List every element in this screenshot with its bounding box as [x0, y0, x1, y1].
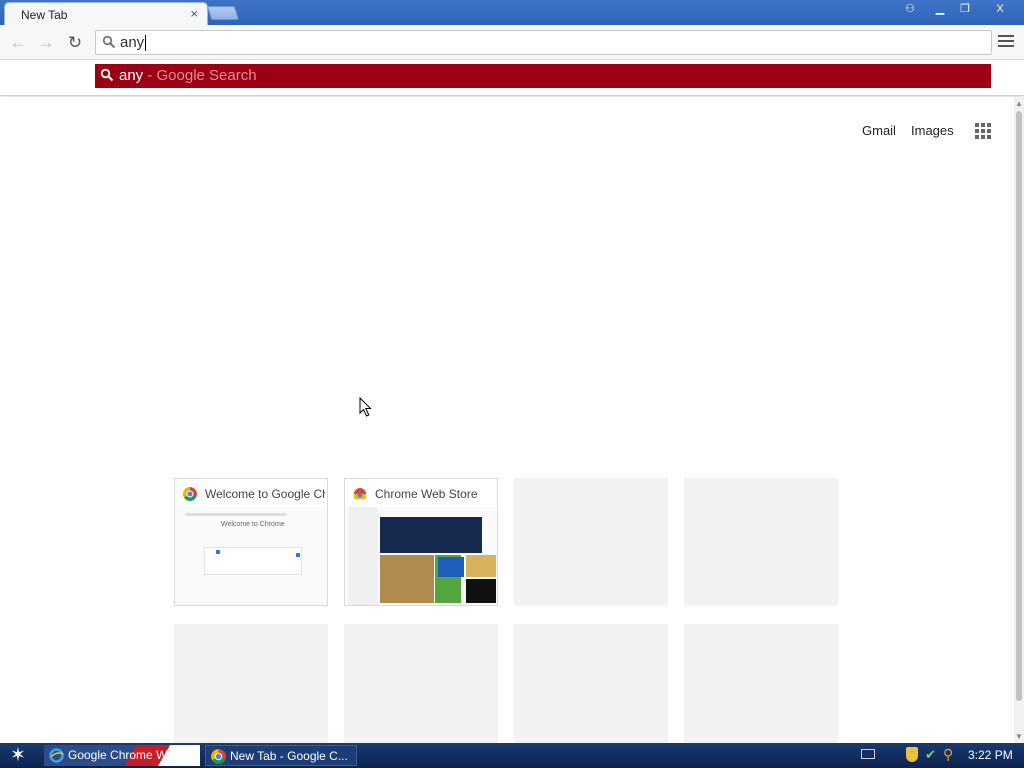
suggestion-text: any - Google Search: [119, 67, 257, 84]
title-bar: New Tab × ⚇ ▁ ❐ X: [0, 0, 1024, 26]
tile-thumbnail: Welcome to Chrome: [176, 507, 327, 605]
omnibox[interactable]: any: [95, 30, 992, 55]
chrome-logo-icon: [211, 749, 226, 764]
tab-new-tab[interactable]: New Tab ×: [4, 2, 208, 26]
system-clock[interactable]: 3:22 PM: [968, 748, 1013, 762]
chrome-logo-icon: [183, 487, 197, 501]
most-visited-tile-web-store[interactable]: Chrome Web Store: [344, 478, 498, 606]
tile-thumbnail: [346, 507, 497, 605]
search-icon: [100, 68, 114, 82]
omnibox-input[interactable]: any: [120, 35, 147, 51]
thumbnail-title: Welcome to Chrome: [221, 521, 285, 528]
internet-explorer-icon: [49, 748, 64, 763]
tab-title: New Tab: [21, 8, 68, 22]
mouse-pointer-icon: [359, 397, 372, 417]
page-scrollbar[interactable]: ▲ ▼: [1014, 97, 1024, 743]
taskbar: ✶ Google Chrome Web... New Tab - Google …: [0, 743, 1024, 768]
tile-title: Welcome to Google Chrome: [205, 487, 325, 501]
scroll-down-arrow-icon[interactable]: ▼: [1015, 732, 1023, 741]
empty-tile: [514, 478, 668, 606]
gmail-link[interactable]: Gmail: [862, 123, 896, 138]
taskbar-item-new-tab[interactable]: New Tab - Google C...: [205, 745, 357, 766]
search-icon: [102, 35, 116, 49]
back-button[interactable]: ←: [8, 33, 28, 53]
tile-title: Chrome Web Store: [375, 487, 478, 501]
suggestion-google-search[interactable]: any - Google Search: [95, 64, 991, 88]
omnibox-dropdown: any - Google Search: [0, 60, 1024, 96]
scroll-thumb[interactable]: [1016, 111, 1022, 701]
suggestion-suffix: - Google Search: [143, 67, 257, 84]
empty-tile: [344, 624, 498, 752]
new-tab-button[interactable]: [206, 6, 240, 20]
taskbar-item-chrome-help[interactable]: Google Chrome Web...: [44, 745, 200, 766]
reload-button[interactable]: ↻: [65, 33, 85, 53]
empty-tile: [684, 624, 838, 752]
forward-button[interactable]: →: [36, 33, 56, 53]
browser-toolbar: ← → ↻ any: [0, 25, 1024, 60]
taskbar-item-label: New Tab - Google C...: [230, 749, 348, 763]
network-icon[interactable]: ✔: [925, 747, 939, 762]
minimize-button[interactable]: ▁: [928, 1, 952, 17]
empty-tile: [514, 624, 668, 752]
hamburger-menu-icon[interactable]: [998, 35, 1014, 49]
most-visited-tile-welcome[interactable]: Welcome to Google Chrome Welcome to Chro…: [174, 478, 328, 606]
search-tray-icon[interactable]: ⚲: [943, 747, 957, 762]
empty-tile: [174, 624, 328, 752]
chrome-web-store-icon: [354, 488, 366, 499]
restore-button[interactable]: ❐: [953, 1, 977, 17]
empty-tile: [684, 478, 838, 606]
keyboard-icon[interactable]: [861, 749, 875, 759]
tab-close-icon[interactable]: ×: [190, 6, 198, 21]
start-button[interactable]: ✶: [5, 745, 31, 766]
suggestion-query: any: [119, 67, 144, 84]
new-tab-page: Gmail Images Welcome to Google Chrome We…: [0, 97, 1014, 752]
apps-grid-icon[interactable]: [975, 123, 991, 139]
security-shield-icon[interactable]: [906, 747, 918, 762]
profile-icon[interactable]: ⚇: [898, 1, 922, 17]
taskbar-item-label: Google Chrome Web...: [68, 748, 191, 762]
scroll-up-arrow-icon[interactable]: ▲: [1015, 99, 1023, 108]
close-window-button[interactable]: X: [985, 1, 1015, 17]
images-link[interactable]: Images: [911, 123, 954, 138]
